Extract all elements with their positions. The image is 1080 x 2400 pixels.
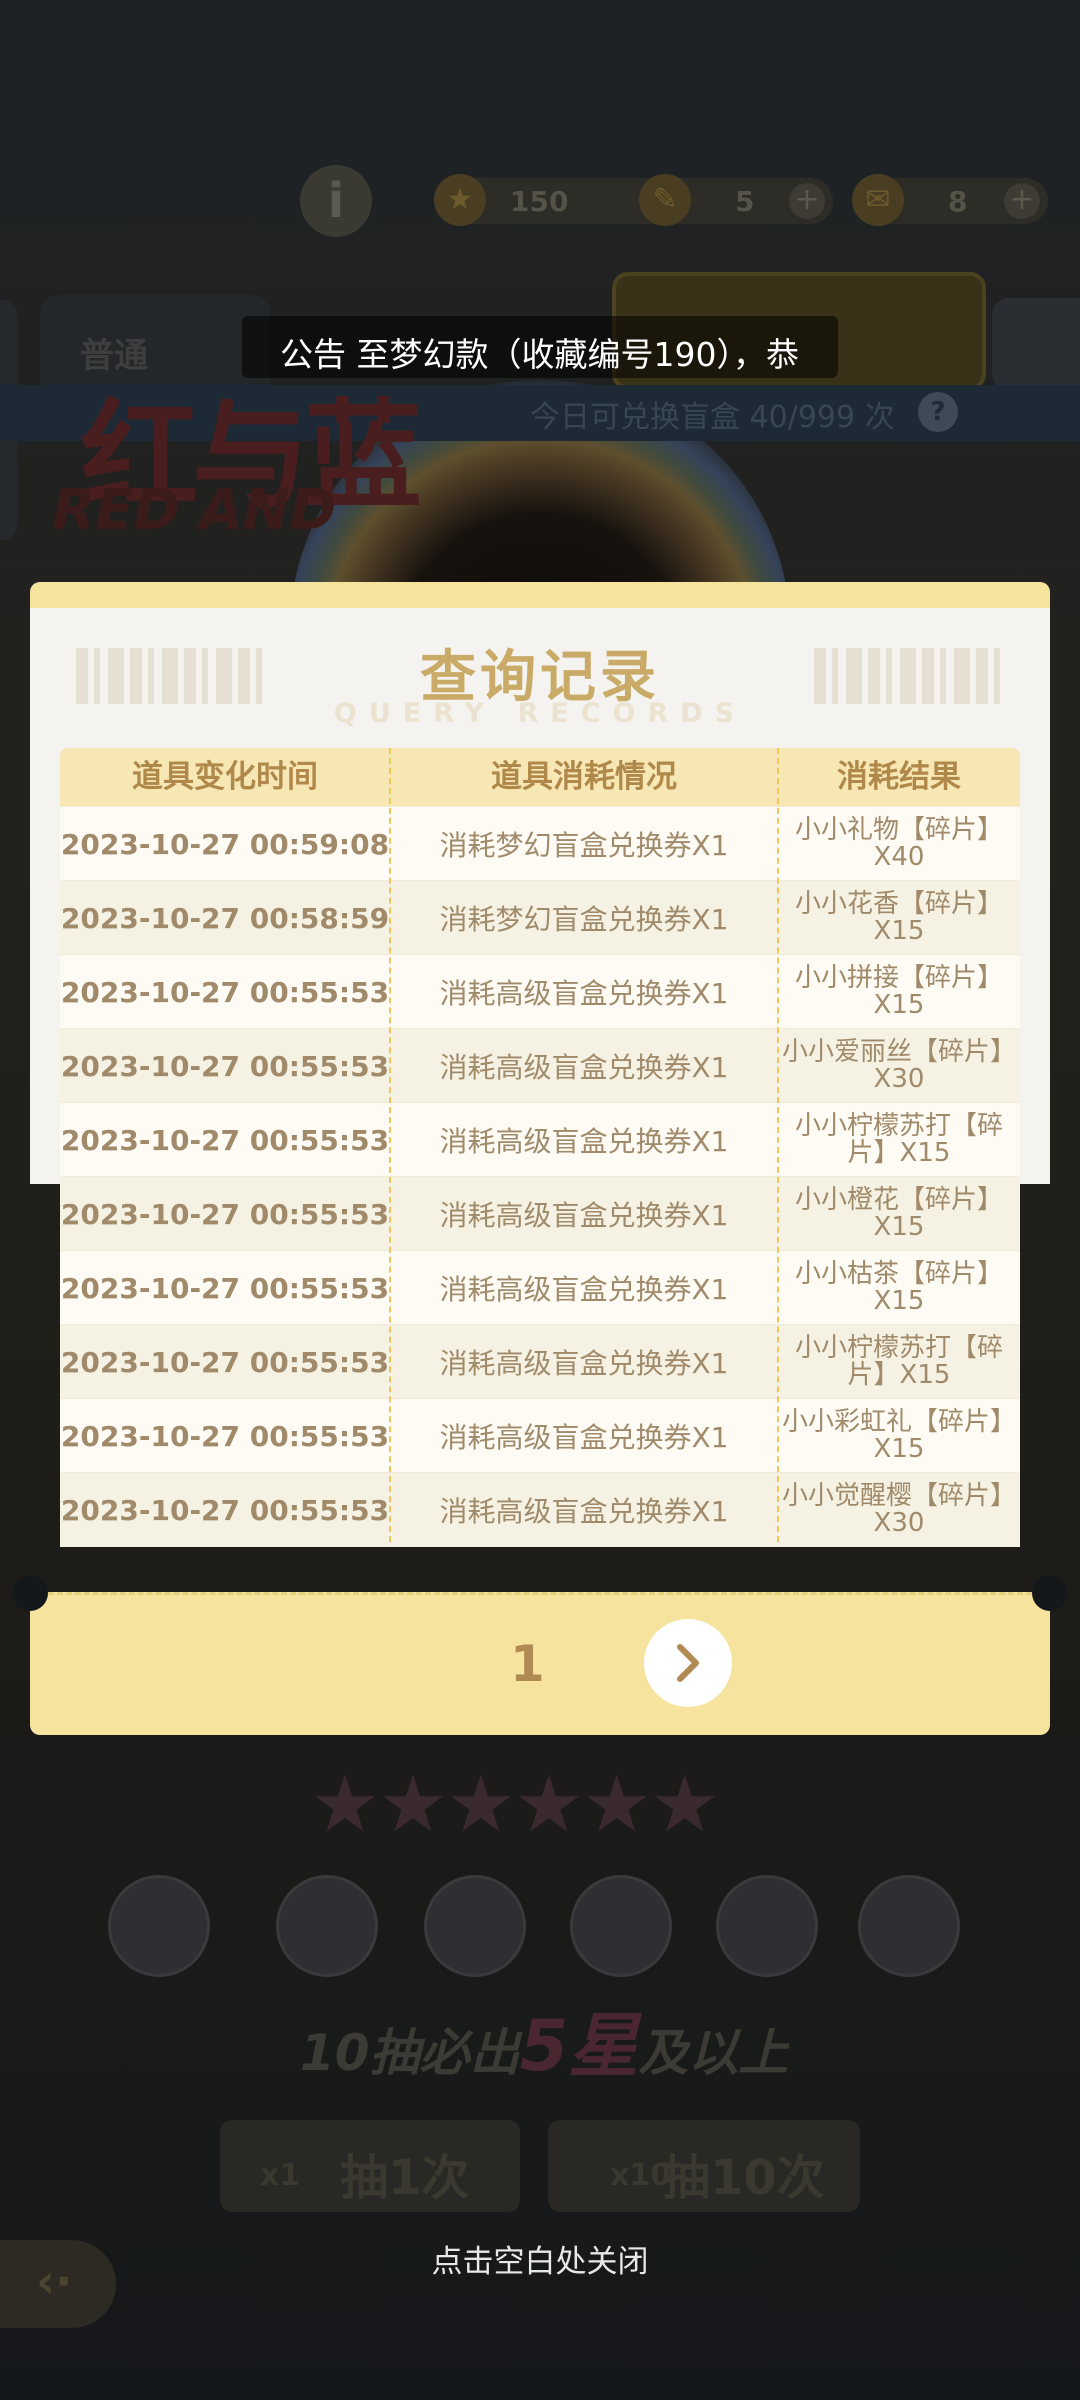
cell-result: 小小橙花【碎片】X15 [794,1185,1003,1242]
resource-ticket: ✉ 8 + [852,174,1048,226]
rating-stars: ★★★★★★ [310,1760,720,1850]
ticket-icon: ✉ [852,174,904,226]
chevron-right-icon [677,1644,699,1682]
cell-result: 小小柠檬苏打【碎片】X15 [794,1333,1003,1390]
announcement-ticker: 公告 至梦幻款（收藏编号190），恭 [242,316,838,378]
cell-cost: 消耗梦幻盲盒兑换券X1 [439,903,729,936]
cell-result: 小小爱丽丝【碎片】X30 [782,1037,1017,1094]
cell-cost: 消耗梦幻盲盒兑换券X1 [439,829,729,862]
page-number: 1 [510,1635,545,1693]
cell-time: 2023-10-27 00:58:59 [60,901,390,935]
column-divider [777,748,779,1542]
next-page-button[interactable] [644,1619,732,1707]
cell-result: 小小彩虹礼【碎片】X15 [782,1407,1017,1464]
records-table: 道具变化时间 道具消耗情况 消耗结果 2023-10-27 00:59:08 消耗… [60,748,1020,1547]
cell-result: 小小觉醒樱【碎片】X30 [782,1481,1017,1538]
star-icon: ★ [513,1760,584,1850]
star-icon: ★ [310,1760,380,1850]
cell-result: 小小柠檬苏打【碎片】X15 [794,1111,1003,1168]
cell-time: 2023-10-27 00:55:53 [60,1345,390,1379]
cell-time: 2023-10-27 00:55:53 [60,1197,390,1231]
star-icon: ★ [581,1760,652,1850]
plus-icon: + [1004,183,1040,219]
star-icon: ★ [377,1760,448,1850]
modal-top-strip [30,582,1050,610]
avatar [108,1875,210,1977]
table-row: 2023-10-27 00:59:08 消耗梦幻盲盒兑换券X1 小小礼物【碎片】X4… [60,806,1020,881]
column-header-result: 消耗结果 [837,759,961,795]
query-records-modal[interactable]: 查询记录 QUERY RECORDS 道具变化时间 道具消耗情况 消耗结果 20… [12,582,1068,1735]
help-icon: ? [918,392,958,432]
ticket-notch-left [12,1575,48,1611]
cell-time: 2023-10-27 00:55:53 [60,975,390,1009]
cell-time: 2023-10-27 00:59:08 [60,827,390,861]
column-divider [389,748,391,1542]
table-row: 2023-10-27 00:55:53 消耗高级盲盒兑换券X1 小小柠檬苏打【碎片】… [60,1102,1020,1177]
cell-cost: 消耗高级盲盒兑换券X1 [439,1051,729,1084]
cell-cost: 消耗高级盲盒兑换券X1 [439,1199,729,1232]
star-coin-icon: ★ [434,174,486,226]
cell-time: 2023-10-27 00:55:53 [60,1049,390,1083]
draw-ten-button: x10 抽10次 [548,2120,860,2212]
cell-result: 小小拼接【碎片】X15 [794,963,1003,1020]
table-row: 2023-10-27 00:55:53 消耗高级盲盒兑换券X1 小小觉醒樱【碎片】X… [60,1472,1020,1547]
star-icon: ★ [649,1760,720,1850]
table-row: 2023-10-27 00:58:59 消耗梦幻盲盒兑换券X1 小小花香【碎片】X1… [60,880,1020,955]
cell-cost: 消耗高级盲盒兑换券X1 [439,1125,729,1158]
cell-cost: 消耗高级盲盒兑换券X1 [439,1421,729,1454]
resource-feather: ✎ 5 + [639,174,833,226]
table-row: 2023-10-27 00:55:53 消耗高级盲盒兑换券X1 小小爱丽丝【碎片】X… [60,1028,1020,1103]
logo-text-en: RED AND [52,478,337,543]
feather-icon: ✎ [639,174,691,226]
cell-result: 小小礼物【碎片】X40 [794,815,1003,872]
pagination-bar: 1 [12,1575,1068,1735]
cell-time: 2023-10-27 00:55:53 [60,1419,390,1453]
side-banner [992,298,1080,390]
column-header-time: 道具变化时间 [132,759,318,795]
avatar [716,1875,818,1977]
cell-result: 小小枯茶【碎片】X15 [794,1259,1003,1316]
table-row: 2023-10-27 00:55:53 消耗高级盲盒兑换券X1 小小柠檬苏打【碎片】… [60,1324,1020,1399]
table-row: 2023-10-27 00:55:53 消耗高级盲盒兑换券X1 小小橙花【碎片】X1… [60,1176,1020,1251]
modal-subtitle: QUERY RECORDS [333,698,747,729]
cell-time: 2023-10-27 00:55:53 [60,1123,390,1157]
cell-time: 2023-10-27 00:55:53 [60,1493,390,1527]
cell-cost: 消耗高级盲盒兑换券X1 [439,1495,729,1528]
avatar [858,1875,960,1977]
cell-cost: 消耗高级盲盒兑换券X1 [439,977,729,1010]
avatar [424,1875,526,1977]
cell-cost: 消耗高级盲盒兑换券X1 [439,1273,729,1306]
table-row: 2023-10-27 00:55:53 消耗高级盲盒兑换券X1 小小拼接【碎片】X1… [60,954,1020,1029]
table-header: 道具变化时间 道具消耗情况 消耗结果 [60,748,1020,806]
ticket-notch-right [1032,1575,1068,1611]
star-icon: ★ [445,1760,516,1850]
character-avatars [108,1875,960,1977]
table-row: 2023-10-27 00:55:53 消耗高级盲盒兑换券X1 小小彩虹礼【碎片】X… [60,1398,1020,1473]
avatar [276,1875,378,1977]
table-row: 2023-10-27 00:55:53 消耗高级盲盒兑换券X1 小小枯茶【碎片】X1… [60,1250,1020,1325]
column-header-cost: 道具消耗情况 [491,759,677,795]
plus-icon: + [789,183,825,219]
cell-time: 2023-10-27 00:55:53 [60,1271,390,1305]
info-icon: i [300,165,372,237]
close-hint[interactable]: 点击空白处关闭 [0,2236,1080,2281]
cell-result: 小小花香【碎片】X15 [794,889,1003,946]
guarantee-text: 10抽必出5星及以上 [300,2005,789,2087]
avatar [570,1875,672,1977]
draw-once-button: x1 抽1次 [220,2120,520,2212]
cell-cost: 消耗高级盲盒兑换券X1 [439,1347,729,1380]
